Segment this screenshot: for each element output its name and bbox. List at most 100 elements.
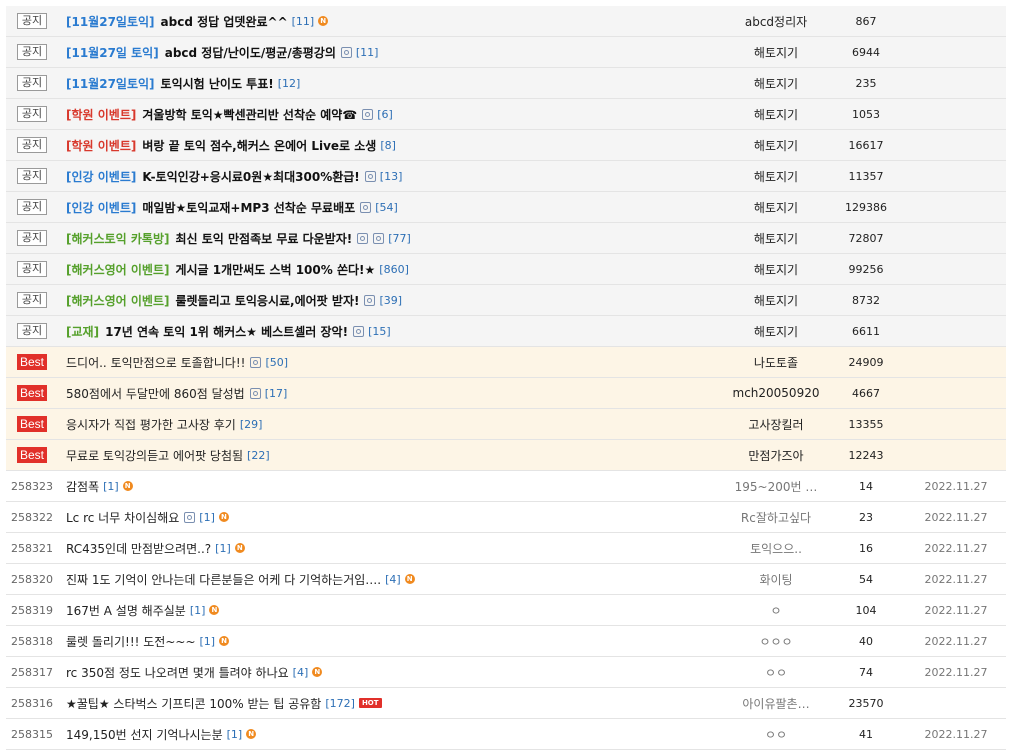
post-author[interactable]: 해토지기 [706,285,846,315]
post-author[interactable]: mch20050920 [706,378,846,408]
post-title[interactable]: 겨울방학 토익★빡센관리반 선착순 예약☎ [142,106,357,123]
post-category[interactable]: [인강 이벤트] [66,199,136,216]
post-title-link[interactable]: [해커스영어 이벤트] 룰렛돌리고 토익응시료,에어팟 받자! [39] [66,285,726,315]
comment-count[interactable]: [1] [215,542,231,555]
post-title-link[interactable]: 드디어.. 토익만점으로 토졸합니다!! [50] [66,347,726,377]
post-author[interactable]: 아이유팔촌… [706,688,846,718]
comment-count[interactable]: [4] [293,666,309,679]
comment-count[interactable]: [11] [292,15,315,28]
comment-count[interactable]: [54] [375,201,398,214]
post-title-link[interactable]: 무료로 토익강의듣고 에어팟 당첨됨 [22] [66,440,726,470]
post-author[interactable]: 해토지기 [706,316,846,346]
post-title[interactable]: 진짜 1도 기억이 안나는데 다른분들은 어케 다 기억하는거임…. [66,571,381,588]
post-title-link[interactable]: [학원 이벤트] 겨울방학 토익★빡센관리반 선착순 예약☎ [6] [66,99,726,129]
post-title[interactable]: 17년 연속 토익 1위 해커스★ 베스트셀러 장악! [105,323,348,340]
post-author[interactable]: 고사장킬러 [706,409,846,439]
post-title[interactable]: abcd 정답 업뎃완료^^ [161,13,288,30]
post-author[interactable]: 해토지기 [706,68,846,98]
post-title[interactable]: 룰렛 돌리기!!! 도전~~~ [66,633,196,650]
post-category[interactable]: [11월27일 토익] [66,44,159,61]
post-title-link[interactable]: RC435인데 만점받으려면..? [1] N [66,533,726,563]
post-title[interactable]: ★꿀팁★ 스타벅스 기프티콘 100% 받는 팁 공유함 [66,695,321,712]
post-category[interactable]: [해커스영어 이벤트] [66,261,169,278]
post-title[interactable]: 580점에서 두달만에 860점 달성법 [66,385,245,402]
comment-count[interactable]: [77] [388,232,411,245]
comment-count[interactable]: [1] [103,480,119,493]
post-title[interactable]: 무료로 토익강의듣고 에어팟 당첨됨 [66,447,243,464]
comment-count[interactable]: [860] [379,263,409,276]
comment-count[interactable]: [12] [278,77,301,90]
post-title[interactable]: 감점폭 [66,478,99,495]
post-title-link[interactable]: 응시자가 직접 평가한 고사장 후기 [29] [66,409,726,439]
comment-count[interactable]: [15] [368,325,391,338]
post-title[interactable]: abcd 정답/난이도/평균/총평강의 [165,44,336,61]
post-author[interactable]: 해토지기 [706,37,846,67]
post-title-link[interactable]: 167번 A 설명 해주실분 [1] N [66,595,726,625]
post-title-link[interactable]: [해커스영어 이벤트] 게시글 1개만써도 스벅 100% 쏜다!★ [860] [66,254,726,284]
comment-count[interactable]: [172] [325,697,355,710]
post-title-link[interactable]: [11월27일토익] 토익시험 난이도 투표! [12] [66,68,726,98]
post-author[interactable]: 해토지기 [706,130,846,160]
post-title[interactable]: 게시글 1개만써도 스벅 100% 쏜다!★ [175,261,375,278]
post-category[interactable]: [인강 이벤트] [66,168,136,185]
comment-count[interactable]: [8] [380,139,396,152]
post-category[interactable]: [11월27일토익] [66,75,155,92]
post-title[interactable]: 룰렛돌리고 토익응시료,에어팟 받자! [175,292,359,309]
post-title[interactable]: RC435인데 만점받으려면..? [66,540,211,557]
post-category[interactable]: [11월27일토익] [66,13,155,30]
post-author[interactable]: 나도토졸 [706,347,846,377]
comment-count[interactable]: [13] [380,170,403,183]
post-title[interactable]: 최신 토익 만점족보 무료 다운받자! [175,230,352,247]
comment-count[interactable]: [6] [377,108,393,121]
post-author[interactable]: ㅇ [706,595,846,625]
post-title-link[interactable]: [인강 이벤트] K-토익인강+응시료0원★최대300%환급! [13] [66,161,726,191]
post-title[interactable]: Lc rc 너무 차이심해요 [66,509,179,526]
post-title-link[interactable]: rc 350점 정도 나오려면 몇개 틀려야 하나요 [4] N [66,657,726,687]
post-author[interactable]: abcd정리자 [706,6,846,36]
post-category[interactable]: [학원 이벤트] [66,106,136,123]
comment-count[interactable]: [1] [190,604,206,617]
comment-count[interactable]: [50] [265,356,288,369]
comment-count[interactable]: [17] [265,387,288,400]
post-title-link[interactable]: 진짜 1도 기억이 안나는데 다른분들은 어케 다 기억하는거임…. [4] N [66,564,726,594]
post-title[interactable]: 응시자가 직접 평가한 고사장 후기 [66,416,236,433]
post-author[interactable]: Rc잘하고싶다 [706,502,846,532]
post-title[interactable]: 매일밤★토익교재+MP3 선착순 무료배포 [142,199,355,216]
post-author[interactable]: 만점가즈아 [706,440,846,470]
post-title-link[interactable]: 580점에서 두달만에 860점 달성법 [17] [66,378,726,408]
post-title-link[interactable]: [11월27일 토익] abcd 정답/난이도/평균/총평강의 [11] [66,37,726,67]
post-author[interactable]: 해토지기 [706,254,846,284]
comment-count[interactable]: [29] [240,418,263,431]
post-title[interactable]: 149,150번 선지 기억나시는분 [66,726,223,743]
post-title-link[interactable]: 룰렛 돌리기!!! 도전~~~ [1] N [66,626,726,656]
post-title-link[interactable]: [해커스토익 카톡방] 최신 토익 만점족보 무료 다운받자! [77] [66,223,726,253]
comment-count[interactable]: [11] [356,46,379,59]
post-title[interactable]: 벼랑 끝 토익 점수,해커스 온에어 Live로 소생 [142,137,376,154]
post-title-link[interactable]: [교재] 17년 연속 토익 1위 해커스★ 베스트셀러 장악! [15] [66,316,726,346]
post-title[interactable]: 167번 A 설명 해주실분 [66,602,186,619]
comment-count[interactable]: [4] [385,573,401,586]
comment-count[interactable]: [1] [199,511,215,524]
post-title-link[interactable]: [인강 이벤트] 매일밤★토익교재+MP3 선착순 무료배포 [54] [66,192,726,222]
post-author[interactable]: 해토지기 [706,223,846,253]
post-title-link[interactable]: Lc rc 너무 차이심해요 [1] N [66,502,726,532]
post-title-link[interactable]: [학원 이벤트] 벼랑 끝 토익 점수,해커스 온에어 Live로 소생 [8] [66,130,726,160]
post-title-link[interactable]: ★꿀팁★ 스타벅스 기프티콘 100% 받는 팁 공유함 [172] HOT [66,688,726,718]
post-author[interactable]: 해토지기 [706,99,846,129]
comment-count[interactable]: [39] [379,294,402,307]
comment-count[interactable]: [22] [247,449,270,462]
post-title-link[interactable]: 감점폭 [1] N [66,471,726,501]
post-category[interactable]: [해커스영어 이벤트] [66,292,169,309]
post-author[interactable]: ㅇㅇ [706,657,846,687]
post-author[interactable]: ㅇㅇㅇ [706,626,846,656]
post-author[interactable]: 토익으으.. [706,533,846,563]
post-category[interactable]: [학원 이벤트] [66,137,136,154]
post-author[interactable]: 해토지기 [706,161,846,191]
post-title[interactable]: 토익시험 난이도 투표! [161,75,274,92]
post-author[interactable]: 화이팅 [706,564,846,594]
post-title[interactable]: 드디어.. 토익만점으로 토졸합니다!! [66,354,245,371]
post-title-link[interactable]: [11월27일토익] abcd 정답 업뎃완료^^ [11] N [66,6,726,36]
post-author[interactable]: 해토지기 [706,192,846,222]
post-title[interactable]: K-토익인강+응시료0원★최대300%환급! [142,168,359,185]
comment-count[interactable]: [1] [227,728,243,741]
